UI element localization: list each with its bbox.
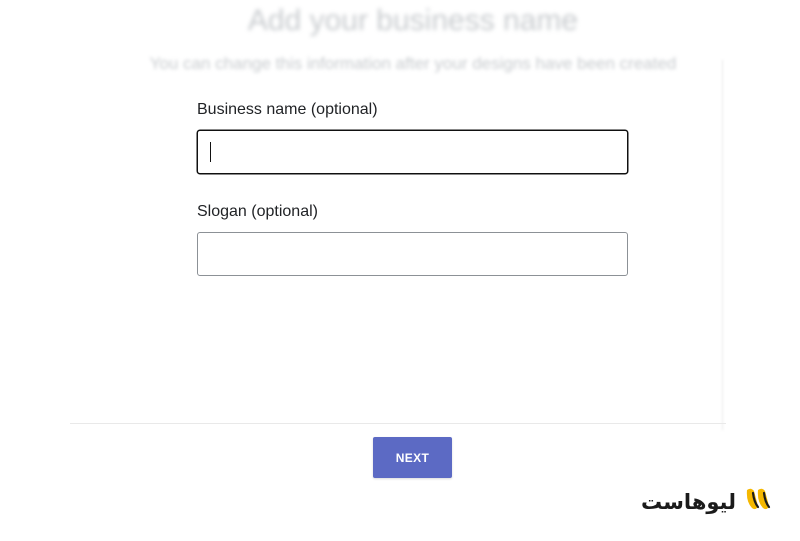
page: Add your business name You can change th…	[0, 0, 800, 541]
business-form: Business name (optional) Slogan (optiona…	[197, 100, 628, 276]
business-name-wrap	[197, 130, 628, 174]
footer-divider	[70, 423, 726, 424]
text-caret	[210, 142, 211, 162]
watermark-text: لیوهاست	[641, 489, 736, 514]
page-subtitle: You can change this information after yo…	[149, 54, 677, 73]
page-title: Add your business name	[247, 4, 579, 37]
business-name-label: Business name (optional)	[197, 101, 378, 118]
business-name-group: Business name (optional)	[197, 100, 628, 174]
slogan-input[interactable]	[197, 232, 628, 276]
panel-edge	[722, 60, 723, 430]
next-button[interactable]: NEXT	[373, 437, 452, 478]
watermark: لیوهاست	[641, 486, 774, 517]
slogan-group: Slogan (optional)	[197, 202, 628, 276]
liuhost-logo-icon	[744, 486, 774, 517]
slogan-label: Slogan (optional)	[197, 203, 318, 220]
business-name-input[interactable]	[197, 130, 628, 174]
